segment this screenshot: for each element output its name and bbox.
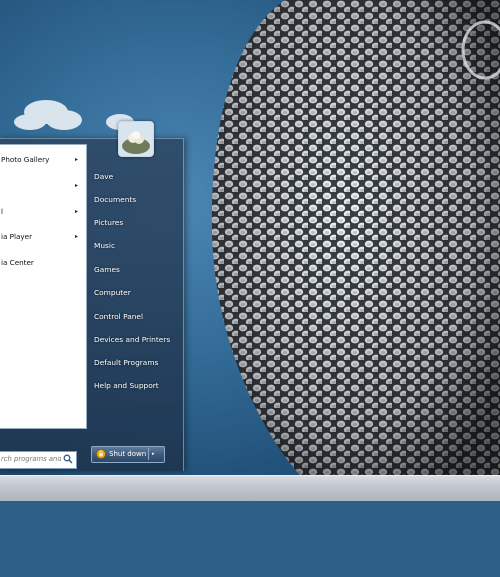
right-item-devices-and-printers[interactable]: Devices and Printers — [94, 331, 170, 349]
user-avatar[interactable] — [118, 121, 154, 157]
right-item-default-programs[interactable]: Default Programs — [94, 354, 158, 372]
search-icon[interactable] — [63, 454, 73, 464]
shutdown-button[interactable]: Shut down ▸ — [91, 446, 165, 463]
right-item-help-and-support[interactable]: Help and Support — [94, 377, 159, 395]
right-item-computer[interactable]: Computer — [94, 284, 131, 302]
taskbar — [0, 475, 500, 501]
program-item-media-center[interactable]: ia Center — [0, 253, 84, 273]
right-item-user[interactable]: Dave — [94, 168, 113, 186]
program-label: l — [1, 207, 3, 216]
right-item-pictures[interactable]: Pictures — [94, 214, 123, 232]
submenu-arrow-icon: ▸ — [74, 233, 78, 240]
program-item[interactable]: ▸ — [0, 176, 84, 196]
submenu-arrow-icon: ▸ — [74, 156, 78, 163]
right-item-documents[interactable]: Documents — [94, 191, 136, 209]
program-label: Photo Gallery — [1, 155, 50, 164]
program-label: ia Center — [1, 258, 34, 267]
right-item-music[interactable]: Music — [94, 237, 115, 255]
start-menu: Photo Gallery ▸ ▸ l ▸ ia Player ▸ ia Cen… — [0, 121, 184, 471]
program-item-media-player[interactable]: ia Player ▸ — [0, 227, 84, 247]
programs-list: Photo Gallery ▸ ▸ l ▸ ia Player ▸ ia Cen… — [0, 144, 87, 577]
program-item-photo-gallery[interactable]: Photo Gallery ▸ — [0, 150, 84, 170]
submenu-arrow-icon: ▸ — [74, 182, 78, 189]
shutdown-divider — [148, 448, 149, 460]
right-item-games[interactable]: Games — [94, 261, 120, 279]
pinned-programs-pane: Photo Gallery ▸ ▸ l ▸ ia Player ▸ ia Cen… — [0, 144, 87, 429]
shutdown-label: Shut down — [109, 450, 147, 458]
flower-picture-icon — [119, 122, 153, 156]
right-item-control-panel[interactable]: Control Panel — [94, 308, 143, 326]
shutdown-options-arrow-icon[interactable]: ▸ — [152, 447, 155, 461]
search-box[interactable] — [0, 451, 77, 469]
program-label: ia Player — [1, 232, 33, 241]
lock-icon — [96, 449, 106, 459]
program-item[interactable]: l ▸ — [0, 202, 84, 222]
submenu-arrow-icon: ▸ — [74, 208, 78, 215]
search-input[interactable] — [1, 453, 61, 465]
